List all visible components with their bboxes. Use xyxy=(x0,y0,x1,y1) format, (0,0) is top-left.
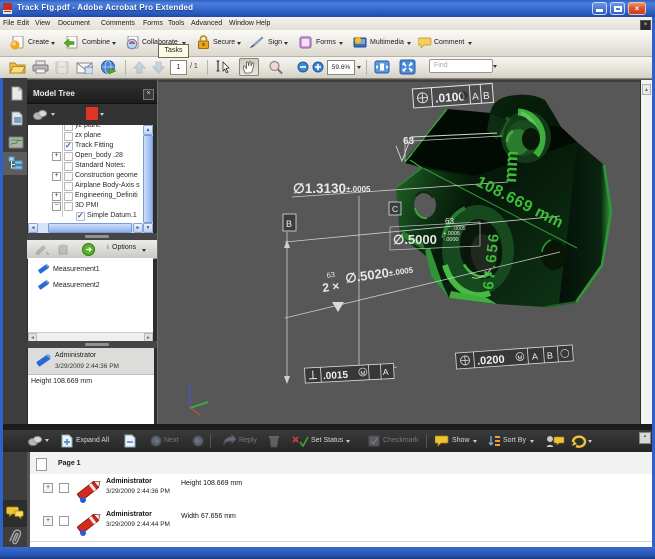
svg-text:A: A xyxy=(472,91,480,102)
svg-text:mm: mm xyxy=(500,150,522,183)
svg-text:C: C xyxy=(392,204,398,214)
svg-text:A: A xyxy=(532,351,539,361)
svg-text:63: 63 xyxy=(403,136,415,147)
svg-text:B: B xyxy=(547,350,554,360)
svg-text:.0015: .0015 xyxy=(323,370,349,382)
svg-text:∅.5000: ∅.5000 xyxy=(393,232,437,247)
svg-text:B: B xyxy=(483,91,491,102)
svg-text:63: 63 xyxy=(326,270,336,280)
svg-text:M: M xyxy=(360,371,365,377)
svg-text:2 ×: 2 × xyxy=(321,279,340,295)
svg-text:M: M xyxy=(517,355,522,361)
svg-text:B: B xyxy=(286,219,292,229)
svg-text:.0005: .0005 xyxy=(453,226,466,232)
svg-text:A: A xyxy=(383,367,390,377)
svg-text:.0200: .0200 xyxy=(477,354,505,368)
svg-text:-.0000: -.0000 xyxy=(443,237,459,243)
svg-text:63: 63 xyxy=(445,217,454,226)
